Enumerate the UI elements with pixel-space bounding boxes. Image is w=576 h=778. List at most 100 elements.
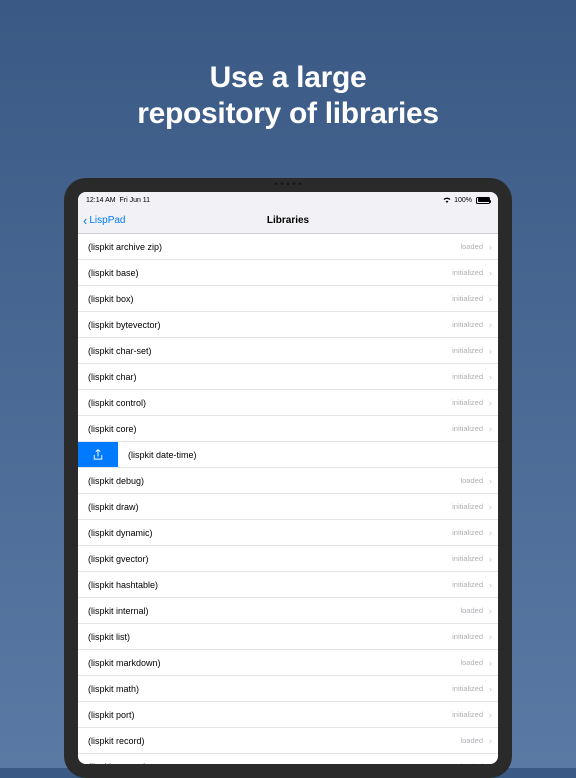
library-row[interactable]: (lispkit archive zip)loaded›	[78, 234, 498, 260]
library-name: (lispkit list)	[88, 632, 130, 642]
library-row[interactable]: (lispkit char-set)initialized›	[78, 338, 498, 364]
chevron-right-icon: ›	[489, 502, 492, 512]
library-row[interactable]: (lispkit bytevector)initialized›	[78, 312, 498, 338]
library-name: (lispkit draw)	[88, 502, 139, 512]
row-content: (lispkit debug)loaded	[78, 476, 498, 486]
library-name: (lispkit hashtable)	[88, 580, 158, 590]
row-content: (lispkit math)initialized	[78, 684, 498, 694]
chevron-right-icon: ›	[489, 554, 492, 564]
library-row[interactable]: (lispkit dynamic) initialized ›	[78, 520, 498, 546]
share-icon	[92, 449, 104, 461]
library-status: loaded	[460, 606, 483, 615]
library-name: (lispkit port)	[88, 710, 135, 720]
library-name: (lispkit internal)	[88, 606, 149, 616]
status-time: 12:14 AM Fri Jun 11	[86, 197, 150, 204]
chevron-right-icon: ›	[489, 632, 492, 642]
back-button[interactable]: ‹ LispPad	[83, 214, 125, 227]
library-row[interactable]: (lispkit box) initialized ›	[78, 286, 498, 312]
library-row[interactable]: (lispkit control)initialized›	[78, 390, 498, 416]
status-bar: 12:14 AM Fri Jun 11 100%	[78, 192, 498, 208]
chevron-right-icon: ›	[489, 606, 492, 616]
library-name: (lispkit char)	[88, 372, 137, 382]
library-row[interactable]: (lispkit char)initialized›	[78, 364, 498, 390]
chevron-right-icon: ›	[489, 268, 492, 278]
library-status: loaded	[460, 476, 483, 485]
chevron-right-icon: ›	[489, 762, 492, 765]
library-status: initialized	[452, 346, 483, 355]
library-name: (lispkit core)	[88, 424, 137, 434]
chevron-left-icon: ‹	[83, 214, 87, 227]
row-content: (lispkit port) initialized	[78, 710, 498, 720]
row-content: (lispkit control)initialized	[78, 398, 498, 408]
row-content: (lispkit gvector)initialized	[78, 554, 498, 564]
library-name: (lispkit control)	[88, 398, 146, 408]
chevron-right-icon: ›	[489, 372, 492, 382]
camera-notch	[275, 182, 302, 185]
library-name: (lispkit char-set)	[88, 346, 152, 356]
library-status: loaded	[460, 762, 483, 764]
library-row[interactable]: (lispkit math)initialized›	[78, 676, 498, 702]
row-content: (lispkit char)initialized	[78, 372, 498, 382]
chevron-right-icon: ›	[489, 476, 492, 486]
row-content: (lispkit hashtable)initialized	[78, 580, 498, 590]
nav-bar: ‹ LispPad Libraries	[78, 208, 498, 234]
chevron-right-icon: ›	[489, 710, 492, 720]
headline: Use a large repository of libraries	[0, 0, 576, 162]
library-row[interactable]: (lispkit draw) initialized ›	[78, 494, 498, 520]
library-status: loaded	[460, 242, 483, 251]
wifi-icon	[443, 197, 451, 203]
library-row[interactable]: (lispkit base)initialized›	[78, 260, 498, 286]
chevron-right-icon: ›	[489, 580, 492, 590]
back-label: LispPad	[89, 215, 125, 226]
library-status: initialized	[452, 320, 483, 329]
library-row[interactable]: (lispkit record)loaded›	[78, 728, 498, 754]
library-row[interactable]: (lispkit port) initialized ›	[78, 702, 498, 728]
library-name: (lispkit dynamic)	[88, 528, 153, 538]
library-status: loaded	[460, 736, 483, 745]
library-name: (lispkit date-time)	[128, 450, 197, 460]
library-row[interactable]: (lispkit internal) loaded ›	[78, 598, 498, 624]
page-title: Libraries	[267, 215, 309, 226]
library-row[interactable]: (lispkit debug)loaded›	[78, 468, 498, 494]
library-name: (lispkit math)	[88, 684, 139, 694]
library-row[interactable]: (lispkit core) initialized ›	[78, 416, 498, 442]
library-row[interactable]: (lispkit markdown)loaded›	[78, 650, 498, 676]
library-row[interactable]: (lispkit gvector)initialized›	[78, 546, 498, 572]
chevron-right-icon: ›	[489, 424, 492, 434]
library-row[interactable]: (lispkit regexp) loaded ›	[78, 754, 498, 764]
row-content: (lispkit record) loaded	[78, 736, 498, 746]
library-status: initialized	[452, 528, 483, 537]
library-status: initialized	[452, 710, 483, 719]
chevron-right-icon: ›	[489, 684, 492, 694]
status-right: 100%	[443, 197, 490, 204]
row-content: (lispkit core) initialized	[78, 424, 498, 434]
library-row[interactable]: (lispkit list)initialized›	[78, 624, 498, 650]
chevron-right-icon: ›	[489, 242, 492, 252]
row-content: (lispkit archive zip)loaded	[78, 242, 498, 252]
library-name: (lispkit markdown)	[88, 658, 161, 668]
swipe-action-share[interactable]	[78, 442, 118, 467]
library-status: initialized	[452, 554, 483, 563]
row-content: (lispkit internal) loaded	[78, 606, 498, 616]
chevron-right-icon: ›	[489, 528, 492, 538]
row-content: (lispkit date-time)	[118, 450, 498, 460]
library-row[interactable]: (lispkit date-time)	[78, 442, 498, 468]
library-name: (lispkit box)	[88, 294, 134, 304]
row-content: (lispkit bytevector)initialized	[78, 320, 498, 330]
library-status: initialized	[452, 502, 483, 511]
library-name: (lispkit record)	[88, 736, 145, 746]
library-status: initialized	[452, 294, 483, 303]
library-status: initialized	[452, 424, 483, 433]
row-content: (lispkit box) initialized	[78, 294, 498, 304]
library-name: (lispkit regexp)	[88, 762, 147, 765]
library-row[interactable]: (lispkit hashtable)initialized›	[78, 572, 498, 598]
screen: 12:14 AM Fri Jun 11 100% ‹ LispPad Libra…	[78, 192, 498, 764]
library-list[interactable]: (lispkit archive zip)loaded›(lispkit bas…	[78, 234, 498, 764]
row-content: (lispkit markdown)loaded	[78, 658, 498, 668]
device-frame: 12:14 AM Fri Jun 11 100% ‹ LispPad Libra…	[64, 178, 512, 778]
battery-percent: 100%	[454, 197, 472, 204]
chevron-right-icon: ›	[489, 398, 492, 408]
chevron-right-icon: ›	[489, 294, 492, 304]
row-content: (lispkit draw) initialized	[78, 502, 498, 512]
battery-icon	[476, 197, 490, 204]
